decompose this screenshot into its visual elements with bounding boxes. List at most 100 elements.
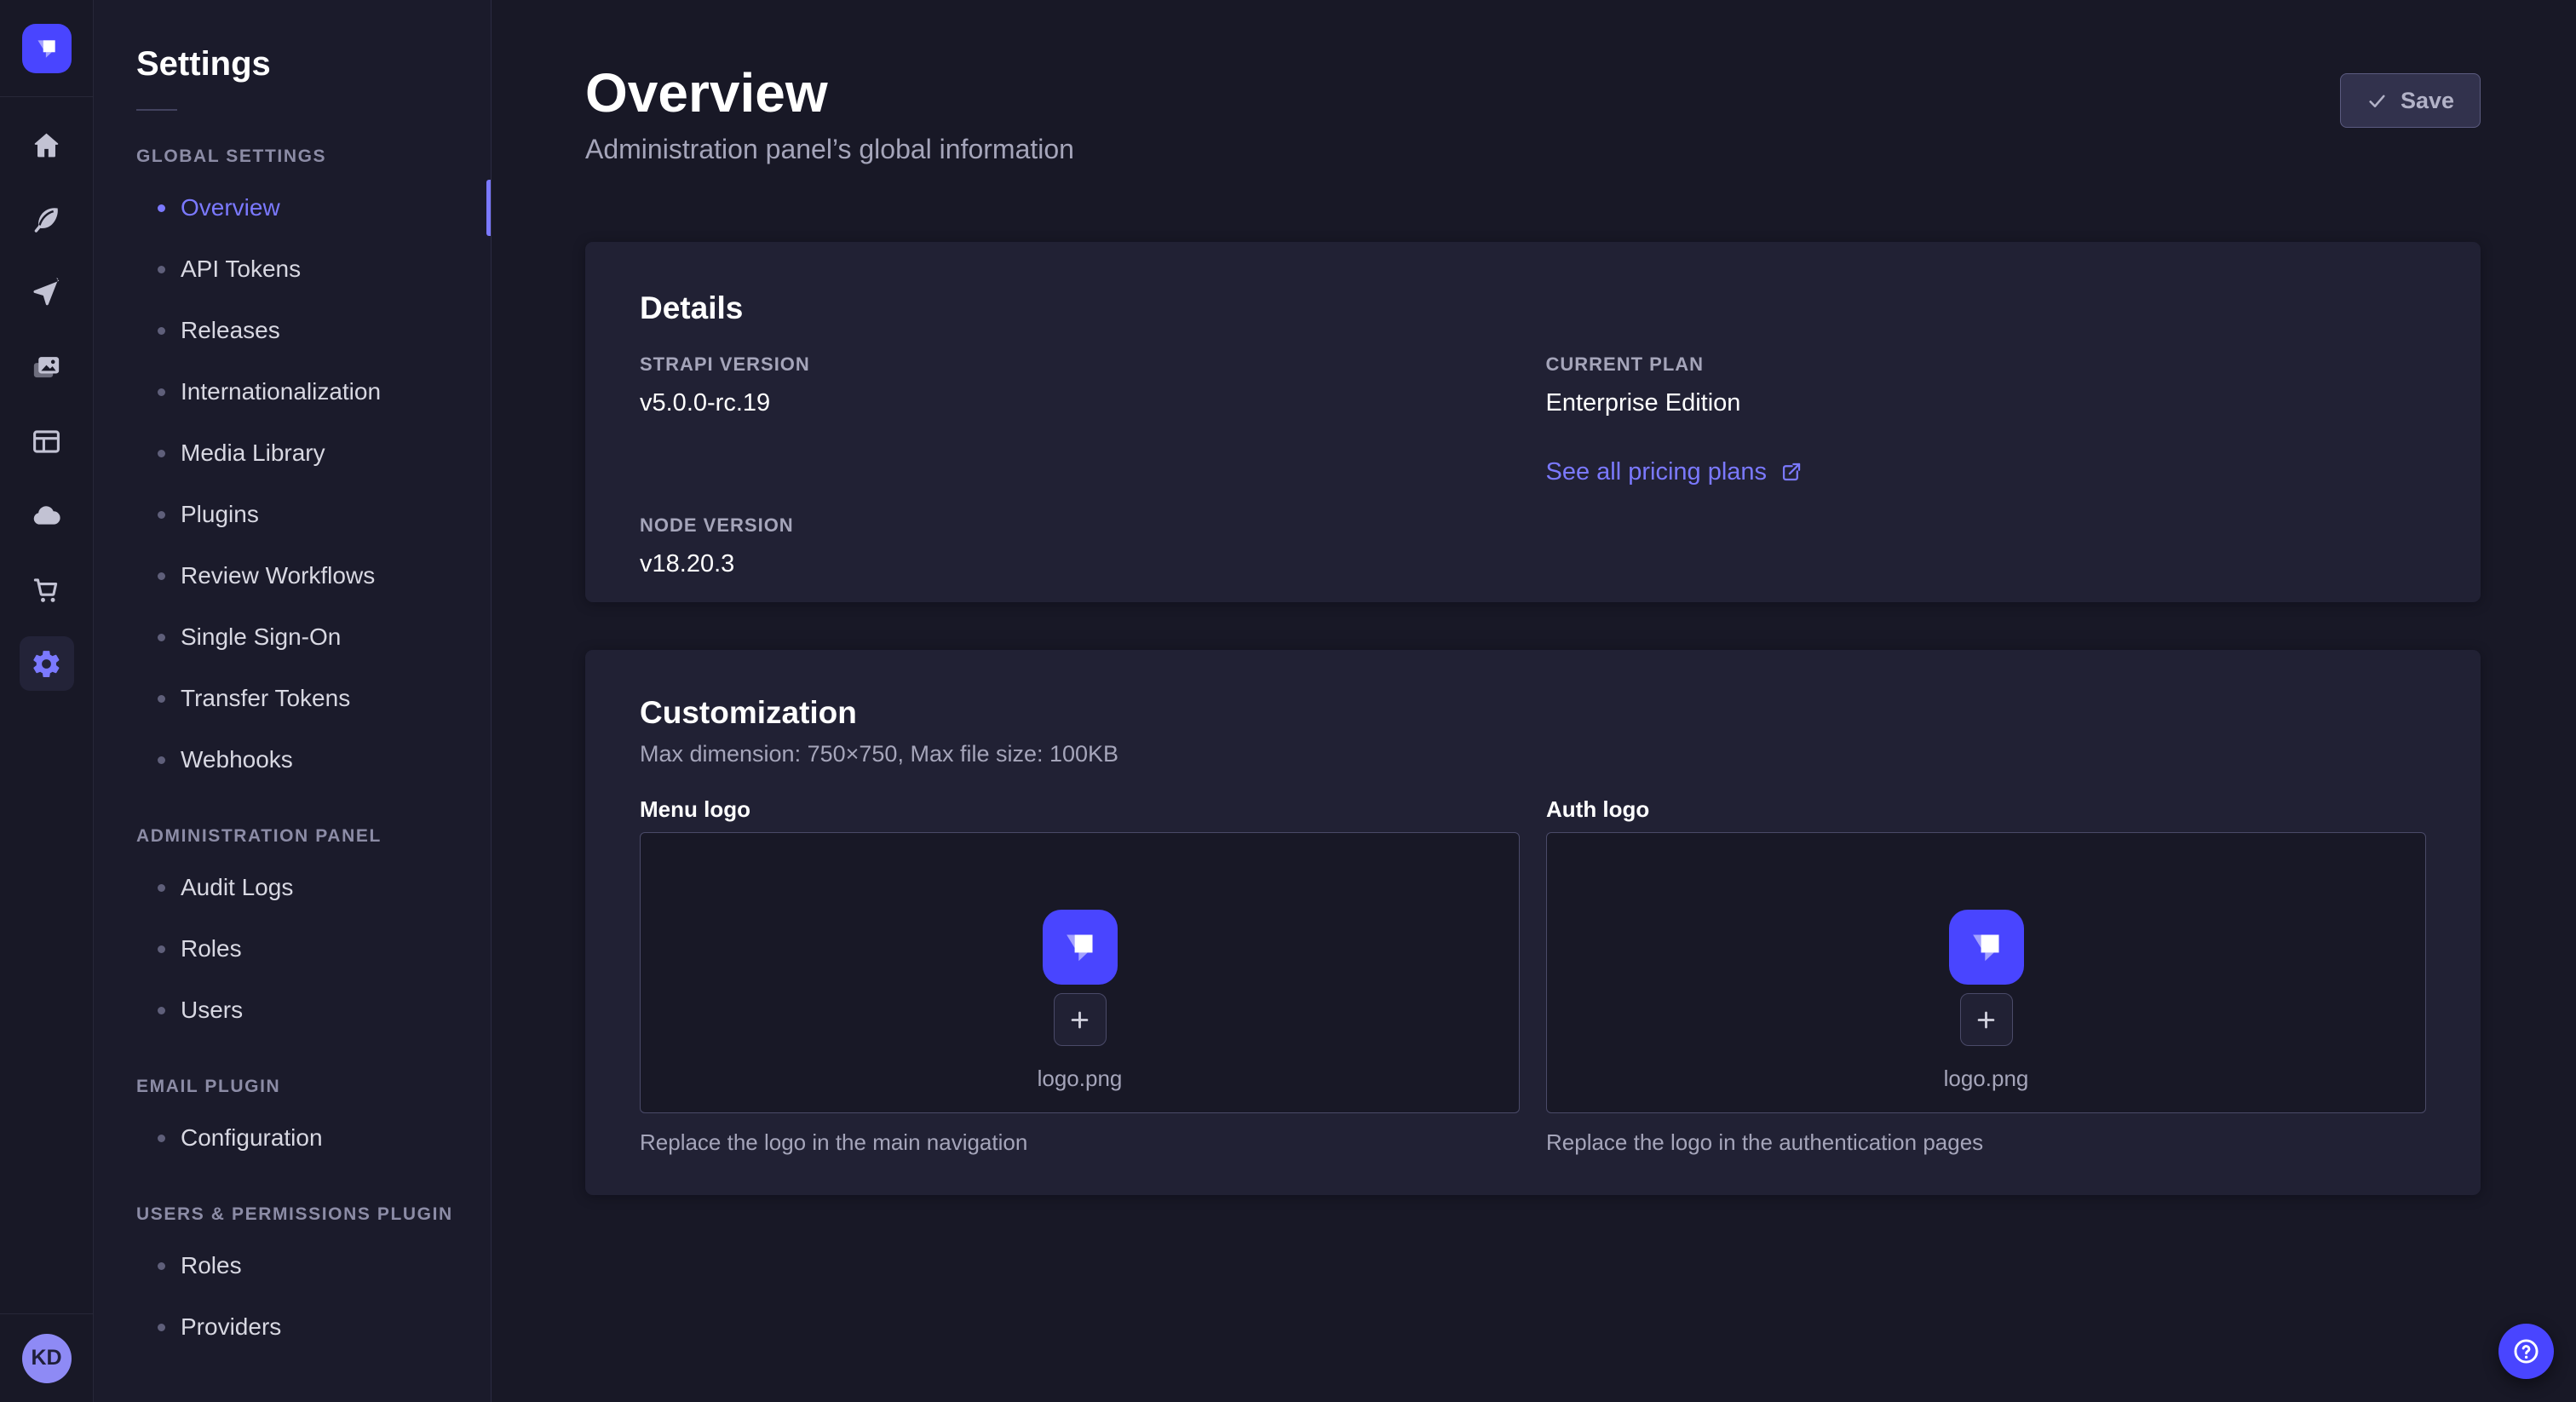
sidebar-item-label: Transfer Tokens — [181, 685, 350, 712]
sidebar-item-label: Roles — [181, 935, 242, 962]
field-label: STRAPI VERSION — [640, 353, 1521, 376]
sidebar-item-label: Releases — [181, 317, 280, 344]
pricing-plans-link-label: See all pricing plans — [1546, 458, 1768, 486]
nav-list: Overview API Tokens Releases Internation… — [136, 177, 465, 790]
strapi-admin-app: KD Settings GLOBAL SETTINGS Overview API… — [0, 0, 2576, 1402]
sidebar-item-label: Plugins — [181, 501, 259, 528]
field-value: v5.0.0-rc.19 — [640, 387, 1521, 419]
auth-logo-dropzone[interactable]: logo.png — [1546, 832, 2426, 1113]
auth-logo-add-button[interactable] — [1960, 993, 2013, 1046]
sidebar-item-email-configuration[interactable]: Configuration — [136, 1107, 465, 1169]
menu-logo-file-name: logo.png — [1038, 1066, 1123, 1092]
page-subtitle: Administration panel’s global informatio… — [585, 131, 1074, 167]
cloud-icon[interactable] — [20, 488, 74, 543]
sidebar-item-plugins[interactable]: Plugins — [136, 484, 465, 545]
deploy-paper-plane-icon[interactable] — [20, 266, 74, 320]
content-builder-feather-icon[interactable] — [20, 192, 74, 246]
customization-card: Customization Max dimension: 750×750, Ma… — [585, 650, 2481, 1195]
logo-upload-grid: Menu logo logo.png Replace the logo in t… — [640, 796, 2426, 1156]
workspace-logo-wrap — [0, 0, 93, 97]
sidebar-item-webhooks[interactable]: Webhooks — [136, 729, 465, 790]
details-card-title: Details — [640, 290, 2426, 327]
content-manager-layout-icon[interactable] — [20, 414, 74, 468]
bullet-icon — [158, 388, 165, 396]
home-icon[interactable] — [20, 118, 74, 172]
sidebar-item-api-tokens[interactable]: API Tokens — [136, 238, 465, 300]
sidebar-item-releases[interactable]: Releases — [136, 300, 465, 361]
menu-logo-preview-strapi-icon — [1043, 910, 1118, 985]
sidebar-item-admin-users[interactable]: Users — [136, 980, 465, 1041]
sidebar-item-transfer-tokens[interactable]: Transfer Tokens — [136, 668, 465, 729]
subnav-title: Settings — [136, 44, 465, 83]
bullet-icon — [158, 945, 165, 953]
menu-logo-caption: Replace the logo in the main navigation — [640, 1129, 1520, 1156]
sidebar-item-label: Single Sign-On — [181, 623, 341, 651]
page-header: Overview Administration panel’s global i… — [585, 60, 2481, 167]
sidebar-item-label: Webhooks — [181, 746, 293, 773]
rail-user-section: KD — [0, 1313, 93, 1402]
strapi-version-field: STRAPI VERSION v5.0.0-rc.19 — [640, 353, 1521, 486]
auth-logo-file-name: logo.png — [1944, 1066, 2029, 1092]
save-button[interactable]: Save — [2340, 73, 2481, 128]
sidebar-item-review-workflows[interactable]: Review Workflows — [136, 545, 465, 606]
sidebar-item-single-sign-on[interactable]: Single Sign-On — [136, 606, 465, 668]
strapi-logo-icon[interactable] — [22, 24, 72, 73]
section-label: USERS & PERMISSIONS PLUGIN — [136, 1204, 465, 1225]
bullet-icon — [158, 1135, 165, 1142]
marketplace-cart-icon[interactable] — [20, 562, 74, 617]
pricing-plans-link[interactable]: See all pricing plans — [1546, 458, 1803, 486]
subnav-divider — [136, 109, 177, 111]
menu-logo-column: Menu logo logo.png Replace the logo in t… — [640, 796, 1520, 1156]
field-value: Enterprise Edition — [1546, 387, 2427, 419]
bullet-icon — [158, 572, 165, 580]
nav-list: Configuration — [136, 1107, 465, 1169]
auth-logo-label: Auth logo — [1546, 796, 2426, 823]
bullet-icon — [158, 1007, 165, 1014]
page-title: Overview — [585, 60, 1074, 126]
external-link-icon — [1780, 461, 1803, 484]
nav-list: Audit Logs Roles Users — [136, 857, 465, 1041]
menu-logo-dropzone[interactable]: logo.png — [640, 832, 1520, 1113]
menu-logo-add-button[interactable] — [1054, 993, 1107, 1046]
auth-logo-preview-strapi-icon — [1949, 910, 2024, 985]
sidebar-item-label: API Tokens — [181, 256, 301, 283]
customization-card-title: Customization — [640, 694, 2426, 732]
bullet-icon — [158, 634, 165, 641]
page-header-text: Overview Administration panel’s global i… — [585, 60, 1074, 167]
plus-icon — [1067, 1007, 1093, 1033]
media-library-images-icon[interactable] — [20, 340, 74, 394]
details-grid: STRAPI VERSION v5.0.0-rc.19 CURRENT PLAN… — [640, 353, 2426, 580]
sidebar-item-label: Audit Logs — [181, 874, 293, 901]
bullet-icon — [158, 327, 165, 335]
field-label: CURRENT PLAN — [1546, 353, 2427, 376]
bullet-icon — [158, 695, 165, 703]
main-content: Overview Administration panel’s global i… — [492, 0, 2576, 1402]
sidebar-item-label: Overview — [181, 194, 280, 221]
sidebar-item-label: Media Library — [181, 440, 325, 467]
sidebar-item-admin-roles[interactable]: Roles — [136, 918, 465, 980]
bullet-icon — [158, 204, 165, 212]
field-label: NODE VERSION — [640, 514, 1521, 537]
section-label: ADMINISTRATION PANEL — [136, 826, 465, 847]
sidebar-item-internationalization[interactable]: Internationalization — [136, 361, 465, 422]
help-button[interactable] — [2498, 1324, 2554, 1379]
check-icon — [2366, 90, 2388, 112]
settings-gear-icon[interactable] — [20, 636, 74, 691]
bullet-icon — [158, 756, 165, 764]
user-avatar[interactable]: KD — [22, 1334, 72, 1383]
sidebar-item-up-roles[interactable]: Roles — [136, 1235, 465, 1296]
section-global-settings: GLOBAL SETTINGS Overview API Tokens Rele… — [136, 147, 465, 790]
sidebar-item-up-providers[interactable]: Providers — [136, 1296, 465, 1358]
sidebar-item-overview[interactable]: Overview — [136, 177, 465, 238]
sidebar-item-label: Internationalization — [181, 378, 381, 405]
main-nav-rail: KD — [0, 0, 94, 1402]
question-mark-icon — [2511, 1336, 2541, 1366]
sidebar-item-media-library[interactable]: Media Library — [136, 422, 465, 484]
bullet-icon — [158, 884, 165, 892]
bullet-icon — [158, 1262, 165, 1270]
auth-logo-caption: Replace the logo in the authentication p… — [1546, 1129, 2426, 1156]
sidebar-item-label: Roles — [181, 1252, 242, 1279]
sidebar-item-audit-logs[interactable]: Audit Logs — [136, 857, 465, 918]
bullet-icon — [158, 511, 165, 519]
bullet-icon — [158, 1324, 165, 1331]
